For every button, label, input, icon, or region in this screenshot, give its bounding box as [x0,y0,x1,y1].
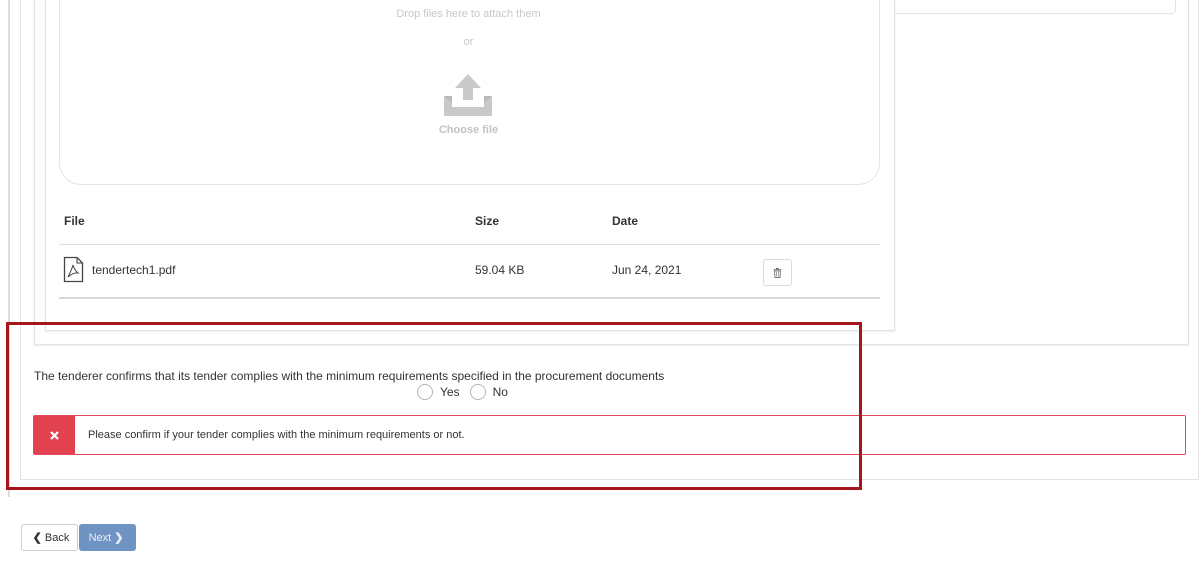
radio-no[interactable] [469,384,486,400]
trash-icon [773,267,782,278]
dropzone-or: or [463,36,474,48]
highlight-annotation [6,322,862,490]
radio-no-label[interactable]: No [493,385,508,399]
error-message: Please confirm if your tender complies w… [88,429,465,441]
upload-tray-icon[interactable] [442,72,494,118]
chevron-left-icon: ❮ [32,532,42,544]
outer-frame-edge [8,0,10,497]
card-right-edge [1198,0,1199,480]
radio-yes[interactable] [417,384,433,400]
back-button-label: Back [44,531,70,544]
choose-file-link[interactable]: Choose file [59,124,878,136]
table-bottom-divider [59,297,880,299]
next-button-label: Next [88,531,112,544]
file-name-link[interactable]: tendertech1.pdf [92,263,175,277]
delete-file-button[interactable] [763,259,792,286]
card-bottom-edge [21,479,1198,480]
close-x-icon [50,430,59,440]
compliance-radio-group: Yes No [417,384,518,400]
column-header-size: Size [475,214,500,228]
back-button[interactable]: ❮ Back [21,524,78,551]
compliance-question: The tenderer confirms that its tender co… [34,369,665,383]
table-header-divider [59,244,880,245]
radio-yes-label[interactable]: Yes [440,385,460,399]
column-header-file: File [64,214,85,228]
card-left-edge [20,0,21,480]
file-date: Jun 24, 2021 [612,263,682,277]
validation-error-alert: Please confirm if your tender complies w… [33,415,1186,455]
error-icon-box [34,416,75,454]
pdf-file-icon [63,256,84,283]
dropzone-hint: Drop files here to attach them [396,8,541,20]
chevron-right-icon: ❯ [114,532,124,544]
column-header-date: Date [612,214,639,228]
next-button[interactable]: Next ❯ [79,524,136,551]
side-field [893,0,1176,14]
file-size: 59.04 KB [475,263,525,277]
